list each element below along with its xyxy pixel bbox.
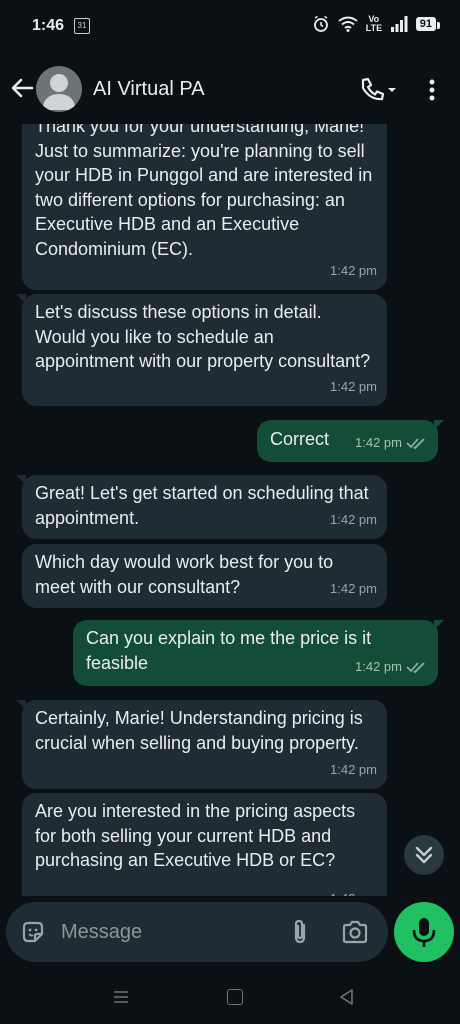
status-bar: 1:46 31 Vo LTE 91 <box>0 0 460 52</box>
message-text: Are you interested in the pricing aspect… <box>35 801 356 870</box>
nav-home-icon[interactable] <box>227 989 243 1005</box>
message-bubble[interactable]: Which day would work best for you to mee… <box>22 544 387 608</box>
status-icons: Vo LTE 91 <box>312 14 441 33</box>
message-text: Which day would work best for you to mee… <box>35 552 334 597</box>
read-ticks-icon <box>406 662 425 673</box>
nav-menu-icon[interactable] <box>112 989 130 1005</box>
message-time: 1:42 pm <box>330 761 377 777</box>
nav-back-icon[interactable] <box>338 988 356 1006</box>
scroll-to-bottom-button[interactable] <box>404 835 444 875</box>
person-icon <box>42 74 76 110</box>
back-arrow-icon[interactable] <box>8 74 36 102</box>
wifi-icon <box>338 16 358 32</box>
message-time: 1:42 pm <box>330 580 377 596</box>
chat-header: AI Virtual PA <box>0 52 460 124</box>
read-ticks-icon <box>406 438 425 449</box>
message-text: Let's discuss these options in detail. W… <box>35 302 371 371</box>
status-time: 1:46 <box>32 17 65 34</box>
message-bubble[interactable]: Great! Let's get started on scheduling t… <box>16 475 387 539</box>
message-bubble[interactable]: Correct 1:42 pm <box>257 420 444 462</box>
mic-icon <box>412 918 436 947</box>
message-input[interactable] <box>61 916 261 948</box>
message-text: Certainly, Marie! Understanding pricing … <box>35 708 363 753</box>
message-bubble[interactable]: Let's discuss these options in detail. W… <box>16 294 387 406</box>
double-chevron-down-icon <box>415 846 433 864</box>
more-options-icon[interactable] <box>420 76 444 104</box>
message-text: Thank you for your understanding, Marie!… <box>35 124 373 259</box>
message-time-label: 1:42 pm <box>355 658 402 674</box>
signal-icon <box>390 16 408 32</box>
avatar[interactable] <box>36 66 82 112</box>
calendar-icon: 31 <box>74 18 90 34</box>
message-bubble[interactable]: Thank you for your understanding, Marie!… <box>22 124 387 290</box>
message-time-label: 1:42 pm <box>355 434 402 450</box>
message-time: 1:42 pm <box>330 511 377 527</box>
message-time: 1:42 pm <box>355 431 428 456</box>
volte-indicator: Vo LTE <box>365 14 383 33</box>
phone-icon[interactable] <box>358 76 398 104</box>
message-time: 1:42 pm <box>330 378 377 394</box>
attach-icon[interactable] <box>287 918 315 946</box>
camera-icon[interactable] <box>341 919 369 945</box>
chat-messages[interactable]: Thank you for your understanding, Marie!… <box>0 124 460 896</box>
message-time: 1:42 pm <box>330 887 377 897</box>
message-bubble[interactable]: Are you interested in the pricing aspect… <box>22 793 387 896</box>
alarm-icon <box>313 15 328 32</box>
contact-name[interactable]: AI Virtual PA <box>93 78 205 101</box>
mic-button[interactable] <box>394 902 454 962</box>
sticker-icon[interactable] <box>20 919 46 945</box>
message-composer <box>6 902 388 962</box>
message-text: Great! Let's get started on scheduling t… <box>35 483 369 528</box>
message-bubble[interactable]: Can you explain to me the price is it fe… <box>73 620 444 686</box>
message-time: 1:42 pm <box>355 655 428 680</box>
system-nav-bar <box>0 980 460 1024</box>
message-bubble[interactable]: Certainly, Marie! Understanding pricing … <box>16 700 387 789</box>
battery-indicator: 91 <box>415 17 441 31</box>
message-time: 1:42 pm <box>330 262 377 278</box>
